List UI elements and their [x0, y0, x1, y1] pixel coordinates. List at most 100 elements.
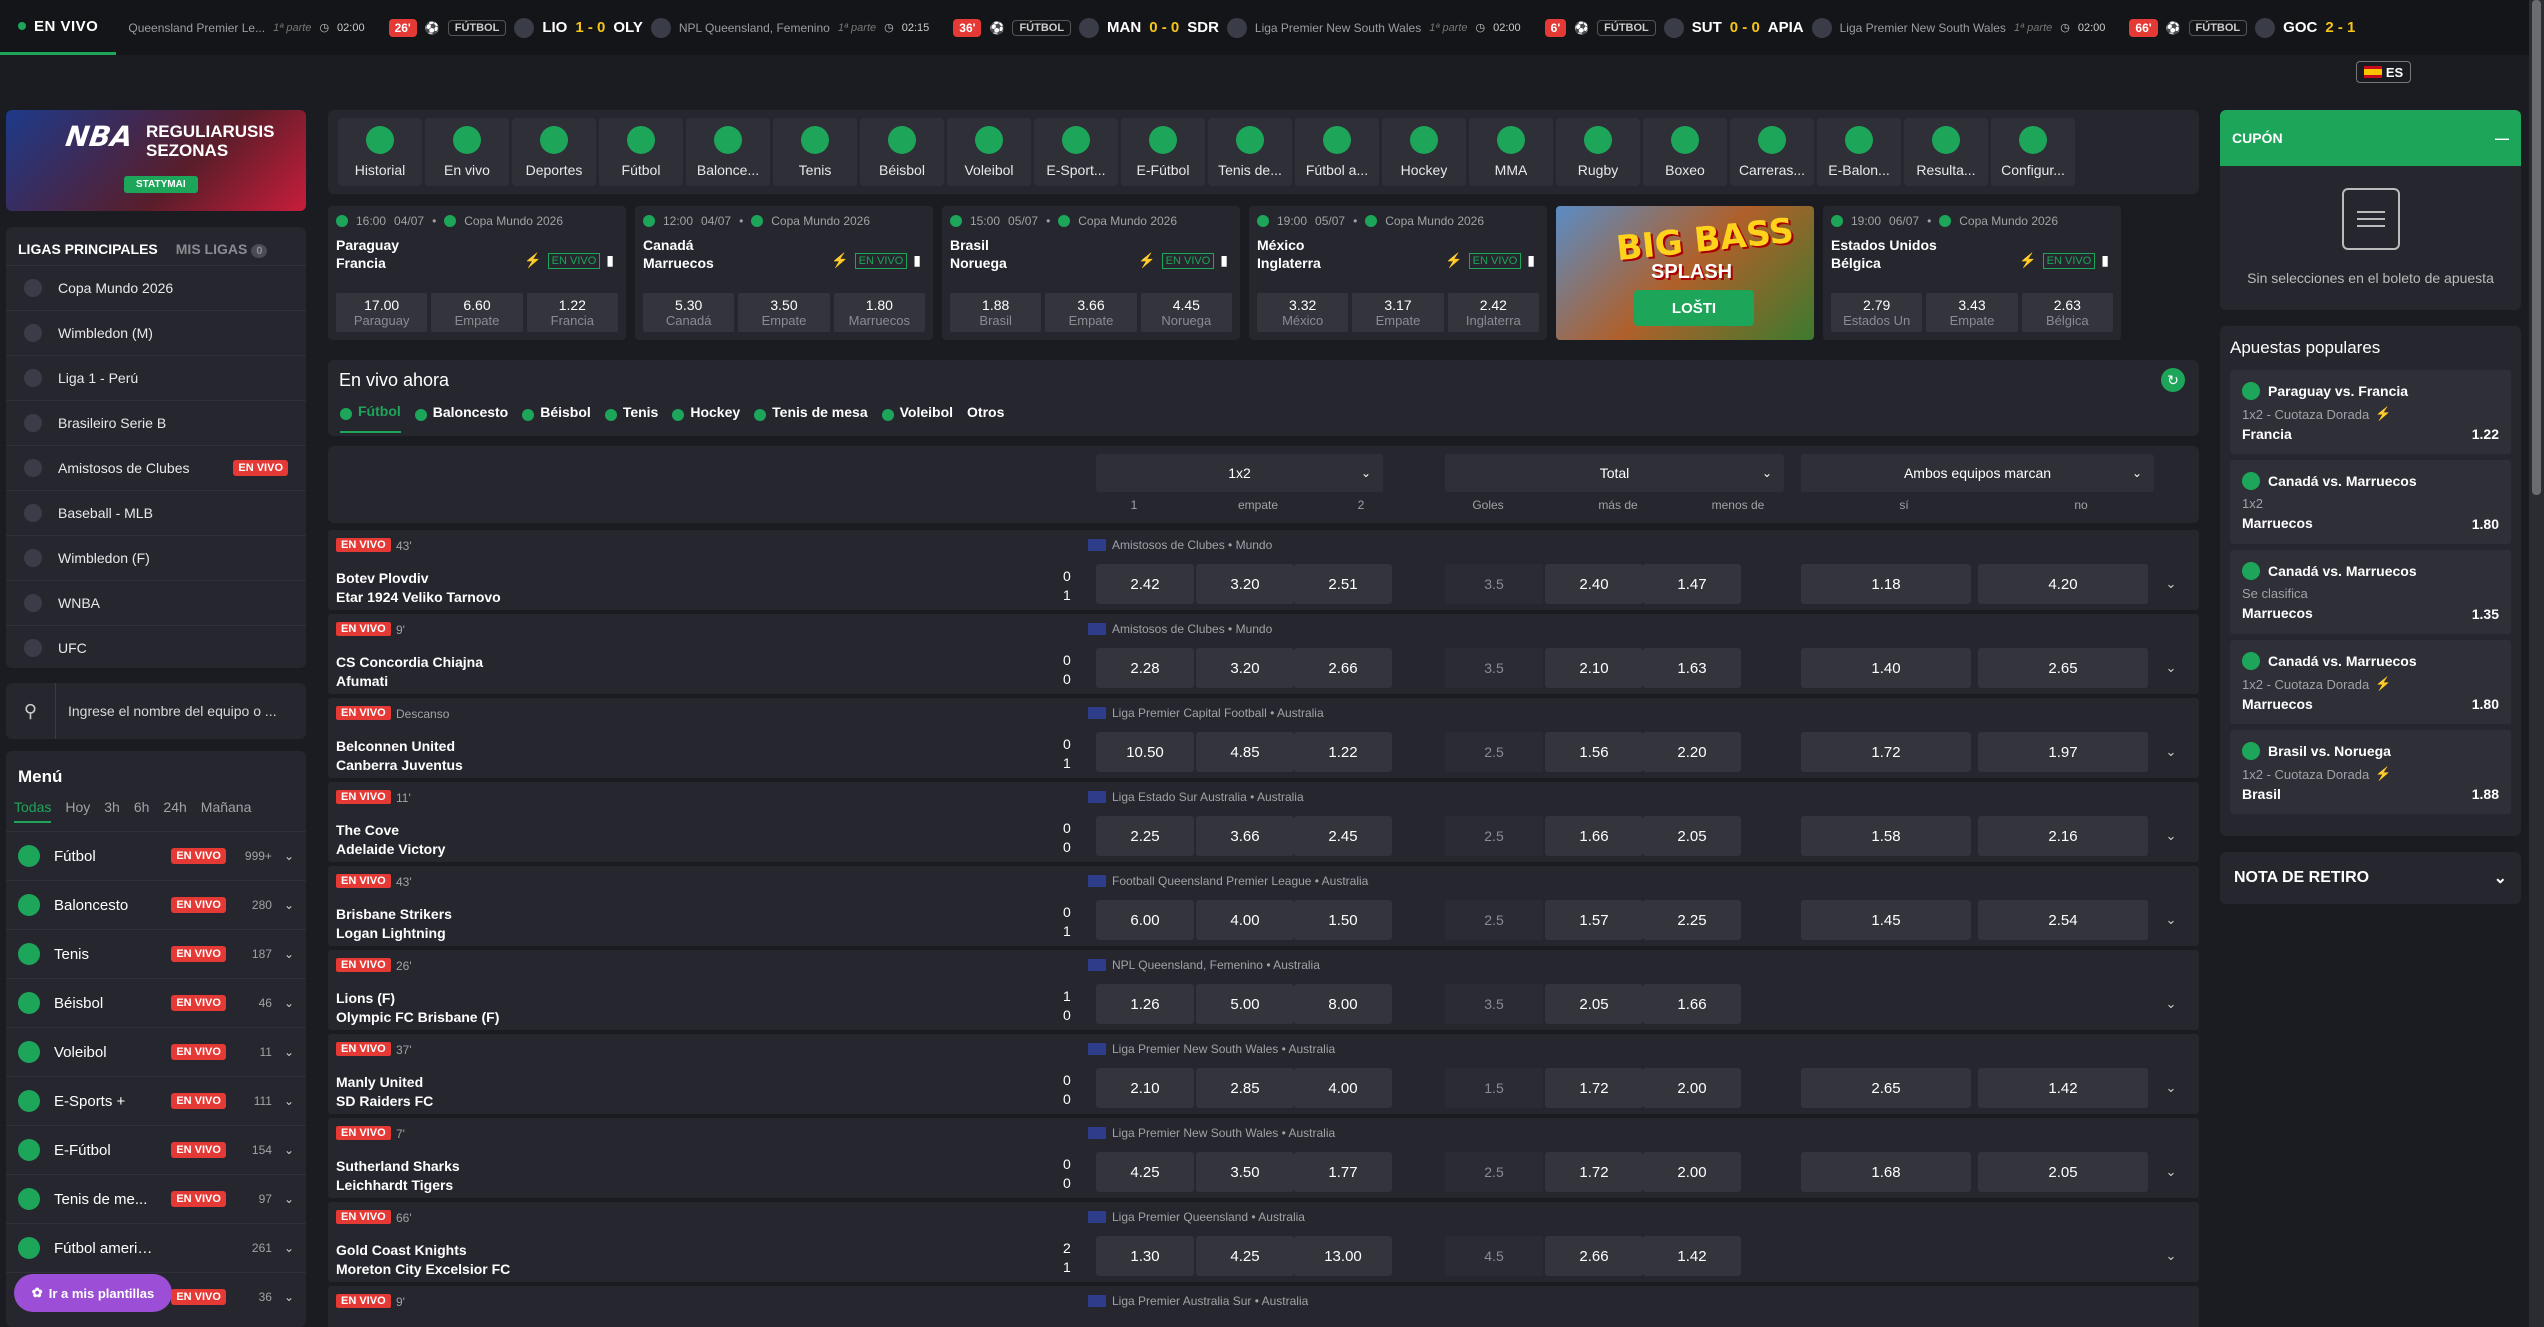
sport-nav-item[interactable]: Tenis de...	[1208, 118, 1292, 186]
odd-button[interactable]: 4.00	[1196, 900, 1294, 940]
team-search-input[interactable]	[56, 703, 296, 719]
menu-tab[interactable]: 24h	[163, 799, 186, 823]
nba-promo-button[interactable]: STATYMAI	[124, 176, 198, 193]
refresh-icon[interactable]: ↻	[2161, 368, 2185, 392]
odd-button[interactable]: 3.20	[1196, 564, 1294, 604]
odd-button[interactable]: 1.18	[1801, 564, 1971, 604]
odd-button[interactable]: 1.47	[1643, 564, 1741, 604]
stats-icon[interactable]: ⚡	[831, 252, 848, 269]
stats-icon[interactable]: ⚡	[1138, 252, 1155, 269]
stats-icon[interactable]: ⚡	[2019, 252, 2036, 269]
match-row[interactable]: EN VIVO Descanso Liga Premier Capital Foot…	[328, 698, 2199, 778]
odd-button[interactable]: 2.42 Inglaterra	[1447, 293, 1539, 332]
popular-bet[interactable]: Canadá vs. Marruecos 1x2 Marruecos 1.80	[2230, 460, 2511, 544]
menu-sport-item[interactable]: E-Fútbol EN VIVO 154 ⌄	[6, 1125, 306, 1174]
language-selector[interactable]: ES	[2356, 61, 2411, 83]
odd-button[interactable]: 2.20	[1643, 732, 1741, 772]
sport-nav-item[interactable]: Boxeo	[1643, 118, 1727, 186]
chevron-down-icon[interactable]: ⌄	[284, 947, 294, 961]
match-row[interactable]: EN VIVO 9' Amistosos de Clubes • Mundo CS C…	[328, 614, 2199, 694]
search-icon[interactable]: ⚲	[6, 683, 56, 739]
league-item[interactable]: Wimbledon (M)	[6, 310, 306, 355]
live-sport-tab[interactable]: Baloncesto	[414, 403, 508, 433]
odd-button[interactable]: 4.85	[1196, 732, 1294, 772]
odd-button[interactable]: 2.00	[1643, 1152, 1741, 1192]
odd-button[interactable]: 4.45 Noruega	[1140, 293, 1232, 332]
odd-button[interactable]: 2.85	[1196, 1068, 1294, 1108]
odd-button[interactable]: 3.32 México	[1257, 293, 1349, 332]
withdrawal-note[interactable]: NOTA DE RETIRO ⌄	[2220, 852, 2521, 904]
chevron-down-icon[interactable]: ⌄	[284, 1192, 294, 1206]
ticker-item[interactable]: 66' ⚽ FÚTBOL GOC 2 - 1	[2117, 0, 2367, 55]
live-sport-tab[interactable]: Voleibol	[881, 403, 953, 433]
chevron-down-icon[interactable]: ⌄	[284, 898, 294, 912]
match-row[interactable]: EN VIVO 26' NPL Queensland, Femenino • Aus…	[328, 950, 2199, 1030]
sport-nav-item[interactable]: Voleibol	[947, 118, 1031, 186]
minimize-icon[interactable]: —	[2495, 130, 2509, 146]
menu-sport-item[interactable]: Fútbol EN VIVO 999+ ⌄	[6, 831, 306, 880]
popular-bet[interactable]: Brasil vs. Noruega 1x2 - Cuotaza Dorada ⚡ B…	[2230, 730, 2511, 814]
odd-button[interactable]: 10.50	[1096, 732, 1194, 772]
match-row[interactable]: EN VIVO 9' Liga Premier Australia Sur • Au…	[328, 1286, 2199, 1327]
odd-button[interactable]: 2.00	[1643, 1068, 1741, 1108]
sport-nav-item[interactable]: Resulta...	[1904, 118, 1988, 186]
featured-match-card[interactable]: 19:00 05/07 • Copa Mundo 2026 México Inglater…	[1249, 206, 1547, 340]
odd-button[interactable]: 2.10	[1545, 648, 1643, 688]
odd-button[interactable]: 1.66	[1643, 984, 1741, 1024]
odd-button[interactable]: 2.79 Estados Un	[1831, 293, 1923, 332]
match-row[interactable]: EN VIVO 43' Football Queensland Premier Le…	[328, 866, 2199, 946]
league-item[interactable]: WNBA	[6, 580, 306, 625]
tab-main-leagues[interactable]: LIGAS PRINCIPALES	[18, 241, 158, 257]
match-row[interactable]: EN VIVO 43' Amistosos de Clubes • Mundo Bot…	[328, 530, 2199, 610]
odd-button[interactable]: 3.50 Empate	[738, 293, 830, 332]
popular-odd[interactable]: 1.22	[2472, 426, 2499, 442]
menu-sport-item[interactable]: Baloncesto EN VIVO 280 ⌄	[6, 880, 306, 929]
big-bass-banner[interactable]: BIG BASS SPLASH LOŠTI	[1556, 206, 1814, 340]
sport-nav-item[interactable]: Béisbol	[860, 118, 944, 186]
chevron-down-icon[interactable]: ⌄	[284, 849, 294, 863]
odd-button[interactable]: 2.63 Bélgica	[2021, 293, 2113, 332]
popular-bet[interactable]: Canadá vs. Marruecos 1x2 - Cuotaza Dorada…	[2230, 640, 2511, 724]
odd-button[interactable]: 1.77	[1294, 1152, 1392, 1192]
odd-button[interactable]: 1.72	[1801, 732, 1971, 772]
odd-button[interactable]: 5.00	[1196, 984, 1294, 1024]
odd-button[interactable]: 1.30	[1096, 1236, 1194, 1276]
league-item[interactable]: UFC	[6, 625, 306, 670]
odd-button[interactable]	[1978, 984, 2148, 1024]
odd-button[interactable]: 6.00	[1096, 900, 1194, 940]
league-item[interactable]: Copa Mundo 2026	[6, 265, 306, 310]
stats-icon[interactable]: ⚡	[524, 252, 541, 269]
popular-odd[interactable]: 1.35	[2472, 606, 2499, 622]
odd-button[interactable]: 2.66	[1294, 648, 1392, 688]
chevron-down-icon[interactable]: ⌄	[2151, 1236, 2191, 1276]
nba-promo-banner[interactable]: NBA REGULIARUSIS SEZONAS STATYMAI	[6, 110, 306, 211]
page-scrollbar-thumb[interactable]	[2532, 0, 2541, 495]
odd-button[interactable]: 4.00	[1294, 1068, 1392, 1108]
odd-button[interactable]: 17.00 Paraguay	[336, 293, 428, 332]
odd-button[interactable]	[1801, 1236, 1971, 1276]
featured-match-card[interactable]: 19:00 06/07 • Copa Mundo 2026 Estados Unidos…	[1823, 206, 2121, 340]
chevron-down-icon[interactable]: ⌄	[284, 996, 294, 1010]
odd-button[interactable]: 3.20	[1196, 648, 1294, 688]
odd-button[interactable]: 13.00	[1294, 1236, 1392, 1276]
chevron-down-icon[interactable]: ⌄	[284, 1290, 294, 1304]
odd-button[interactable]: 2.66	[1545, 1236, 1643, 1276]
odd-button[interactable]: 2.05	[1643, 816, 1741, 856]
sport-nav-item[interactable]: Rugby	[1556, 118, 1640, 186]
sport-nav-item[interactable]: MMA	[1469, 118, 1553, 186]
match-row[interactable]: EN VIVO 37' Liga Premier New South Wales •…	[328, 1034, 2199, 1114]
odd-button[interactable]: 4.25	[1196, 1236, 1294, 1276]
league-item[interactable]: Amistosos de Clubes EN VIVO	[6, 445, 306, 490]
featured-match-card[interactable]: 12:00 04/07 • Copa Mundo 2026 Canadá Marrueco…	[635, 206, 933, 340]
sport-nav-item[interactable]: E-Sport...	[1034, 118, 1118, 186]
odd-button[interactable]: 2.28	[1096, 648, 1194, 688]
odd-button[interactable]: 2.40	[1545, 564, 1643, 604]
live-sport-tab[interactable]: Tenis	[604, 403, 658, 433]
odd-button[interactable]	[1978, 1236, 2148, 1276]
odd-button[interactable]: 2.25	[1096, 816, 1194, 856]
odd-button[interactable]: 3.66 Empate	[1045, 293, 1137, 332]
odd-button[interactable]: 3.43 Empate	[1926, 293, 2018, 332]
odd-button[interactable]: 3.66	[1196, 816, 1294, 856]
sport-nav-item[interactable]: Historial	[338, 118, 422, 186]
odd-button[interactable]: 8.00	[1294, 984, 1392, 1024]
